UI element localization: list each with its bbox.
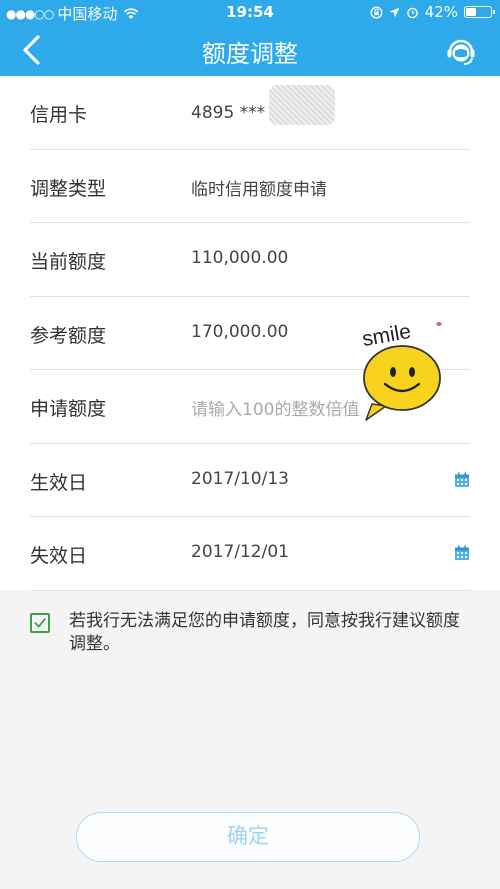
card-number: 4895 ***: [191, 85, 336, 125]
divider: [30, 589, 470, 591]
nav-bar: 额度调整: [0, 24, 500, 76]
customer-service-icon[interactable]: [444, 34, 478, 68]
current-limit-row: 当前额度 110,000.00: [0, 223, 500, 297]
effective-date-value[interactable]: 2017/10/13: [191, 469, 289, 489]
confirm-button[interactable]: 确定: [76, 812, 420, 862]
battery-icon: [464, 6, 495, 18]
current-limit-label: 当前额度: [30, 251, 107, 273]
apply-limit-label: 申请额度: [30, 398, 107, 420]
status-bar: ●●●○○ 中国移动 19:54 42%: [0, 0, 500, 24]
adjust-type-value: 临时信用额度申请: [191, 179, 327, 200]
agreement-text: 若我行无法满足您的申请额度，同意按我行建议额度调整。: [69, 611, 460, 654]
adjust-type-label: 调整类型: [30, 177, 107, 200]
calendar-icon[interactable]: [454, 472, 470, 488]
reference-limit-label: 参考额度: [30, 324, 107, 347]
adjust-type-row[interactable]: 调整类型 临时信用额度申请: [0, 150, 500, 223]
reference-limit-value: 170,000.00: [191, 321, 289, 342]
apply-limit-input[interactable]: 请输入100的整数倍值: [191, 395, 359, 420]
rotation-lock-icon: [370, 5, 383, 19]
card-label: 信用卡: [30, 104, 88, 126]
alarm-icon: [406, 7, 418, 18]
smile-sticker: smile: [360, 320, 442, 421]
battery-percent: 42%: [424, 3, 458, 21]
current-limit-value: 110,000.00: [191, 248, 289, 268]
agree-checkbox[interactable]: [30, 613, 50, 633]
redacted-card-digits: [269, 85, 336, 125]
card-row: 信用卡 4895 ***: [0, 76, 500, 150]
effective-date-label: 生效日: [30, 471, 88, 494]
page-title: 额度调整: [202, 40, 298, 68]
expiry-date-row[interactable]: 失效日 2017/12/01: [0, 517, 500, 591]
card-number-text: 4895 ***: [191, 103, 266, 123]
calendar-icon[interactable]: [454, 545, 470, 561]
location-arrow-icon: [389, 7, 400, 17]
effective-date-row[interactable]: 生效日 2017/10/13: [0, 444, 500, 517]
expiry-date-label: 失效日: [30, 545, 88, 567]
expiry-date-value[interactable]: 2017/12/01: [191, 542, 289, 562]
